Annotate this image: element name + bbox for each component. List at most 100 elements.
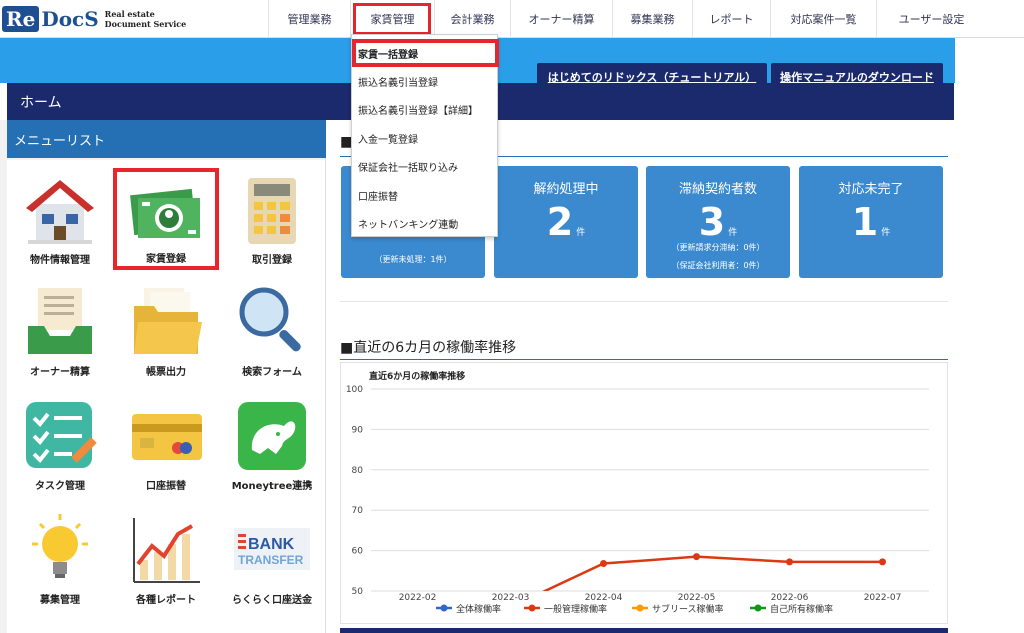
stat-card-delinquent[interactable]: 滞納契約者数 3件 （更新請求分滞納：0件） （保証会社利用者：0件）: [646, 166, 790, 278]
lightbulb-icon: [32, 514, 88, 578]
bottom-bar: [340, 628, 948, 633]
chart-svg: 直近6か月の稼働率推移 50 60 70 80 90 100 2022-02 2022-03 20…: [346, 370, 929, 615]
menu-item-deposit-list[interactable]: 入金一覧登録: [352, 124, 499, 152]
menu-label: タスク管理: [35, 481, 85, 492]
nav-item-cases[interactable]: 対応案件一覧: [770, 0, 876, 38]
menu-item-netbanking[interactable]: ネットバンキング連動: [352, 209, 499, 237]
menu-item-owner-settlement[interactable]: オーナー精算: [7, 272, 113, 384]
menu-item-account-transfer[interactable]: 口座振替: [113, 386, 219, 498]
logo-subtitle: Real estate Document Service: [105, 9, 187, 29]
card-unit: 件: [728, 228, 738, 238]
legend-label: サブリース稼働率: [652, 603, 724, 615]
y-tick-label: 100: [346, 385, 363, 395]
menu-item-property[interactable]: 物件情報管理: [7, 160, 113, 272]
legend-label: 自己所有稼働率: [770, 603, 833, 615]
menu-item-transaction[interactable]: 取引登録: [219, 160, 325, 272]
menu-item-rent-register[interactable]: 家賃登録: [113, 168, 219, 270]
card-value: 2件: [494, 200, 638, 244]
nav-label: 家賃管理: [370, 13, 415, 26]
y-tick-label: 90: [352, 425, 364, 435]
menu-label: Moneytree連携: [231, 481, 313, 492]
data-point: [693, 553, 700, 561]
nav-item-kanri[interactable]: 管理業務: [268, 0, 350, 38]
nav-label: オーナー精算: [528, 13, 595, 26]
menu-item-search-form[interactable]: 検索フォーム: [219, 272, 325, 384]
menu-label: 家賃登録: [146, 254, 186, 265]
legend-label: 全体稼働率: [456, 603, 501, 615]
legend-marker: [636, 604, 644, 612]
menu-item-task[interactable]: タスク管理: [7, 386, 113, 498]
x-tick-label: 2022-04: [585, 593, 623, 603]
report-chart-icon: [133, 518, 200, 583]
menu-label: 帳票出力: [146, 367, 186, 378]
credit-card-icon: [132, 414, 202, 460]
nav-label: レポート: [709, 13, 754, 26]
stat-card-unresolved[interactable]: 対応未完了 1件: [799, 166, 943, 278]
x-tick-label: 2022-07: [864, 593, 902, 603]
nav-label: 対応案件一覧: [790, 13, 857, 26]
y-tick-label: 70: [352, 506, 364, 516]
card-number: 2: [546, 200, 574, 244]
menu-label: らくらく口座送金: [232, 595, 312, 606]
nav-item-owner[interactable]: オーナー精算: [510, 0, 612, 38]
menu-label: 物件情報管理: [30, 255, 90, 266]
nav-item-kaikei[interactable]: 会計業務: [434, 0, 510, 38]
card-value: 3件: [646, 200, 790, 244]
card-number: 1: [851, 200, 879, 244]
menu-label: オーナー精算: [30, 367, 90, 378]
menu-label: 口座振替: [146, 481, 186, 492]
bank-logo-word: BANK: [248, 536, 295, 553]
x-tick-label: 2022-02: [399, 593, 437, 603]
logo-mark: Re: [2, 6, 40, 32]
menu-item-moneytree[interactable]: Moneytree連携: [219, 386, 325, 498]
series-line: [542, 555, 883, 591]
card-title: 滞納契約者数: [678, 182, 757, 197]
menu-item-transfer-name-matching-detail[interactable]: 振込名義引当登録【詳細】: [352, 95, 499, 123]
legend-marker: [754, 604, 762, 612]
inbox-tray-icon: [28, 288, 92, 354]
x-tick-label: 2022-03: [492, 593, 530, 603]
menu-item-bank-transfer[interactable]: BANK TRANSFER らくらく口座送金: [219, 500, 325, 612]
rent-management-dropdown: 家賃一括登録 振込名義引当登録 振込名義引当登録【詳細】 入金一覧登録 保証会社…: [351, 34, 499, 237]
menu-item-guarantor-import[interactable]: 保証会社一括取り込み: [352, 152, 499, 180]
nav-label: 管理業務: [287, 13, 332, 26]
bank-transfer-icon: BANK TRANSFER: [234, 528, 310, 570]
data-point: [786, 558, 793, 566]
bank-logo-transfer: TRANSFER: [238, 553, 304, 567]
folder-icon: [134, 288, 202, 354]
nav-label: ユーザー設定: [898, 13, 965, 26]
card-note: （更新未処理：1件）: [374, 255, 452, 264]
menu-grid: 物件情報管理 家賃登録 取引登録 オーナー精算 帳票出力 検索フォーム タスク管…: [7, 160, 325, 633]
card-unit: 件: [576, 228, 586, 238]
moneytree-elephant-icon: [238, 402, 306, 470]
menu-item-forms-output[interactable]: 帳票出力: [113, 272, 219, 384]
menu-item-recruitment[interactable]: 募集管理: [7, 500, 113, 612]
occupancy-chart: 直近6か月の稼働率推移 50 60 70 80 90 100 2022-02 2022-03 20…: [340, 362, 948, 624]
nav-item-boshu[interactable]: 募集業務: [612, 0, 692, 38]
menu-list-header: メニューリスト: [7, 120, 326, 158]
menu-item-transfer-name-matching[interactable]: 振込名義引当登録: [352, 67, 499, 95]
card-note: （更新請求分滞納：0件）: [671, 243, 765, 252]
card-number: 3: [698, 200, 726, 244]
card-unit: 件: [881, 228, 891, 238]
section-divider: [340, 301, 948, 302]
card-value: 1件: [799, 200, 943, 244]
nav-label: 募集業務: [630, 13, 675, 26]
nav-item-yachin[interactable]: 家賃管理: [350, 0, 434, 38]
app-logo[interactable]: Re DocS Real estate Document Service: [2, 4, 186, 34]
menu-item-reports[interactable]: 各種レポート: [113, 500, 219, 612]
occupancy-section-title: ■直近の6カ月の稼働率推移: [340, 334, 948, 360]
money-icon: [130, 188, 200, 238]
top-header: Re DocS Real estate Document Service 管理業…: [0, 0, 1024, 38]
house-icon: [26, 180, 94, 244]
menu-item-account-transfer[interactable]: 口座振替: [352, 181, 499, 209]
stat-card-cancellation[interactable]: 解約処理中 2件: [494, 166, 638, 278]
nav-item-user-settings[interactable]: ユーザー設定: [876, 0, 986, 38]
logo-subtitle-line2: Document Service: [104, 19, 187, 29]
x-tick-label: 2022-06: [771, 593, 809, 603]
nav-item-report[interactable]: レポート: [692, 0, 770, 38]
menu-item-rent-bulk-register[interactable]: 家賃一括登録: [352, 39, 499, 67]
y-tick-label: 60: [352, 547, 364, 557]
menu-label: 募集管理: [40, 595, 80, 606]
data-point: [600, 560, 607, 568]
